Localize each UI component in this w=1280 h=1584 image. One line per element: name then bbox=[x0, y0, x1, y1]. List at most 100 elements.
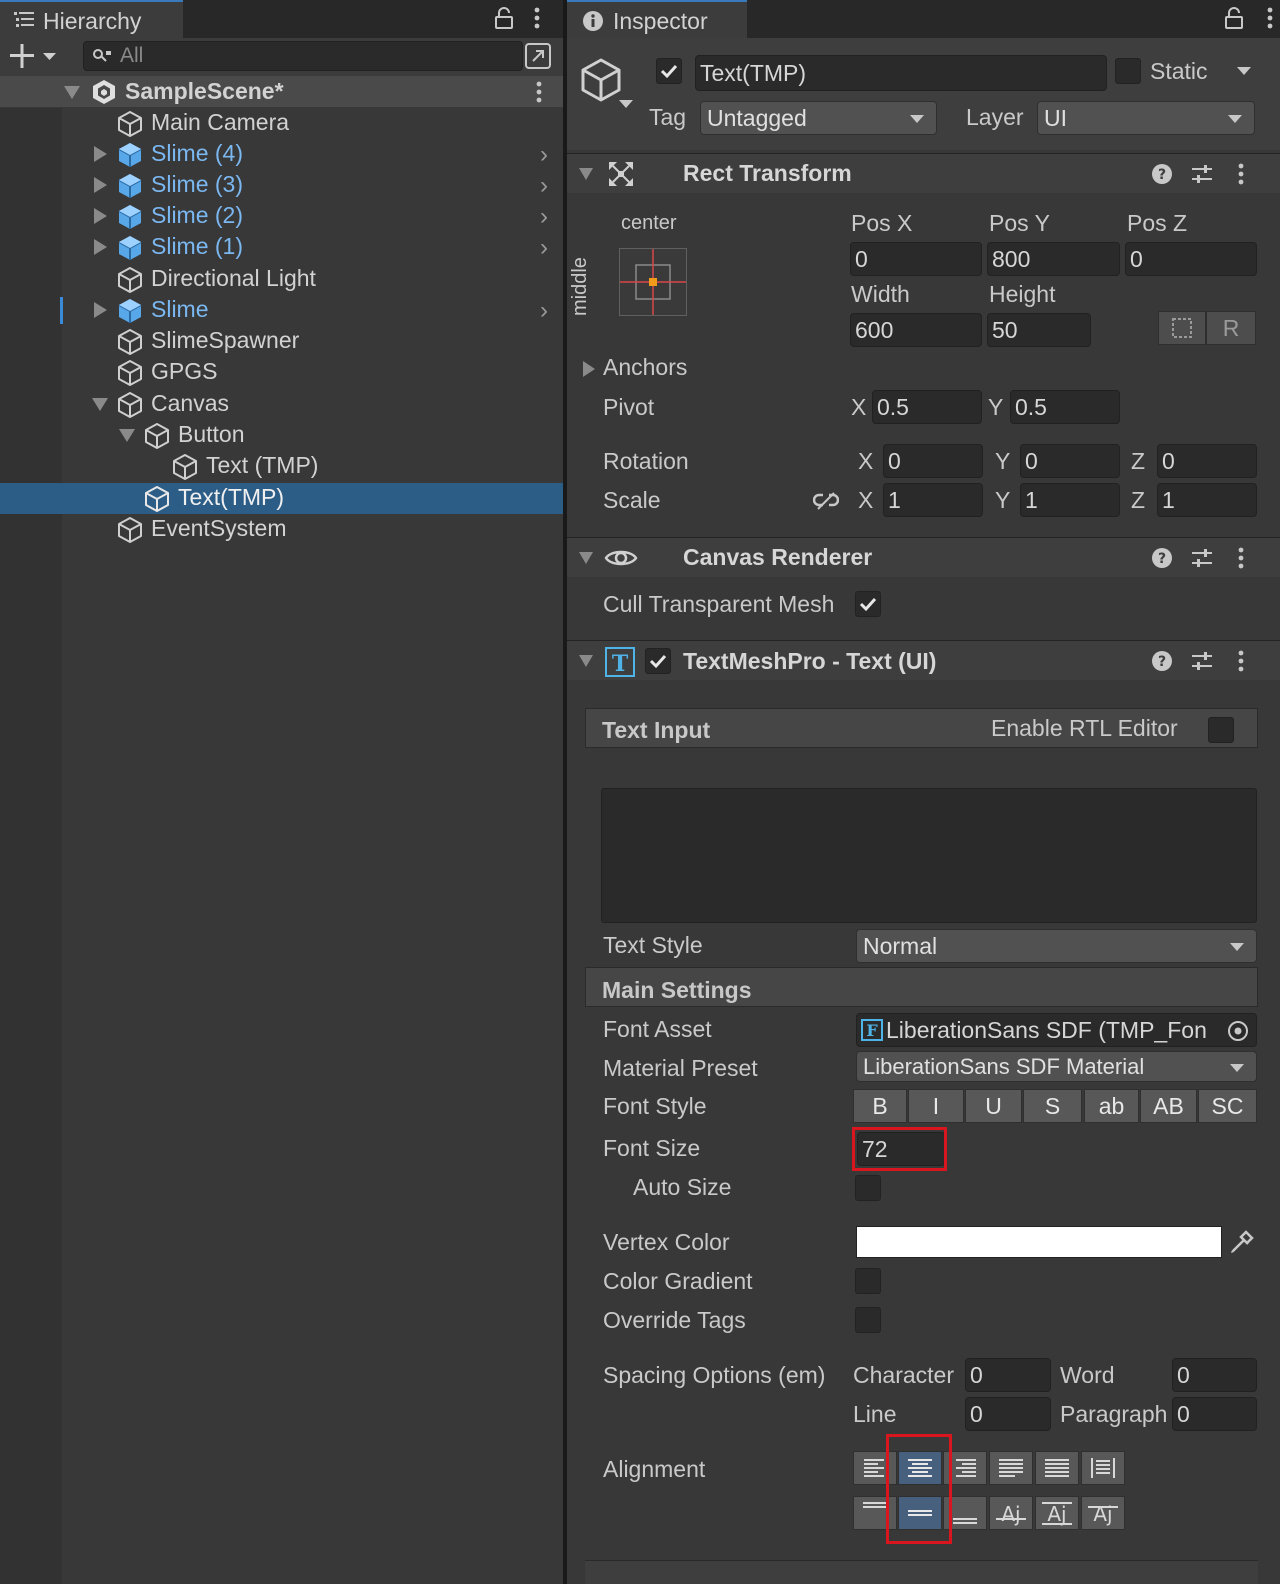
hierarchy-item-button-text[interactable]: Text (TMP) bbox=[0, 451, 563, 482]
align-capline-button[interactable]: Aj bbox=[1081, 1496, 1125, 1530]
text-input-area[interactable] bbox=[601, 788, 1257, 923]
hierarchy-item-directional-light[interactable]: Directional Light bbox=[0, 264, 563, 295]
static-dropdown-icon[interactable] bbox=[1236, 66, 1252, 76]
hierarchy-item-eventsystem[interactable]: EventSystem bbox=[0, 514, 563, 545]
component-menu-icon[interactable] bbox=[1237, 163, 1245, 185]
preset-sliders-icon[interactable] bbox=[1191, 650, 1213, 672]
font-style-bold-button[interactable]: B bbox=[853, 1089, 907, 1123]
height-field[interactable]: 50 bbox=[987, 313, 1091, 347]
gameobject-large-cube-icon[interactable] bbox=[579, 56, 633, 110]
hierarchy-item-slime-2[interactable]: Slime (2) › bbox=[0, 201, 563, 232]
pos-x-field[interactable]: 0 bbox=[850, 242, 982, 276]
scale-x-field[interactable]: 1 bbox=[883, 483, 983, 517]
auto-size-checkbox[interactable] bbox=[855, 1175, 881, 1201]
cull-transparent-mesh-checkbox[interactable] bbox=[855, 591, 881, 617]
font-style-strikethrough-button[interactable]: S bbox=[1023, 1089, 1082, 1123]
hierarchy-item-slime-1[interactable]: Slime (1) › bbox=[0, 232, 563, 263]
component-menu-icon[interactable] bbox=[1237, 650, 1245, 672]
fold-arrow-icon[interactable] bbox=[579, 655, 593, 667]
scale-z-field[interactable]: 1 bbox=[1157, 483, 1257, 517]
eyedropper-icon[interactable] bbox=[1228, 1228, 1256, 1256]
expand-arrow-icon[interactable] bbox=[94, 177, 107, 193]
scene-row[interactable]: SampleScene* bbox=[0, 76, 563, 107]
lock-icon[interactable] bbox=[1224, 7, 1244, 29]
word-spacing-field[interactable]: 0 bbox=[1172, 1358, 1257, 1392]
preset-sliders-icon[interactable] bbox=[1191, 547, 1213, 569]
vertex-color-swatch[interactable] bbox=[856, 1226, 1222, 1258]
hierarchy-item-slimespawner[interactable]: SlimeSpawner bbox=[0, 326, 563, 357]
kebab-menu-icon[interactable] bbox=[1266, 7, 1274, 29]
enable-rtl-checkbox[interactable] bbox=[1208, 717, 1234, 743]
object-picker-icon[interactable] bbox=[1227, 1020, 1249, 1042]
add-plus-icon[interactable] bbox=[10, 44, 58, 68]
align-baseline-button[interactable]: Aj bbox=[989, 1496, 1033, 1530]
rotation-x-field[interactable]: 0 bbox=[883, 444, 983, 478]
character-spacing-field[interactable]: 0 bbox=[965, 1358, 1051, 1392]
color-gradient-checkbox[interactable] bbox=[855, 1268, 881, 1294]
anchors-label[interactable]: Anchors bbox=[603, 354, 687, 381]
hierarchy-item-text-tmp-selected[interactable]: Text(TMP) bbox=[0, 483, 563, 514]
textmeshpro-header[interactable]: T TextMeshPro - Text (UI) ? bbox=[567, 640, 1280, 680]
hierarchy-item-canvas[interactable]: Canvas bbox=[0, 389, 563, 420]
help-icon[interactable]: ? bbox=[1151, 547, 1173, 569]
raw-edit-button[interactable]: R bbox=[1206, 311, 1256, 345]
hierarchy-item-slime[interactable]: Slime › bbox=[0, 295, 563, 326]
font-style-uppercase-button[interactable]: AB bbox=[1140, 1089, 1197, 1123]
maximize-icon[interactable] bbox=[524, 42, 552, 70]
line-spacing-field[interactable]: 0 bbox=[965, 1397, 1051, 1431]
pivot-y-field[interactable]: 0.5 bbox=[1010, 390, 1120, 424]
tmp-enabled-checkbox[interactable] bbox=[645, 648, 671, 674]
align-midline-button[interactable]: Aj bbox=[1035, 1496, 1079, 1530]
font-style-smallcaps-button[interactable]: SC bbox=[1198, 1089, 1257, 1123]
pos-z-field[interactable]: 0 bbox=[1125, 242, 1257, 276]
material-preset-dropdown[interactable]: LiberationSans SDF Material bbox=[856, 1051, 1257, 1082]
preset-sliders-icon[interactable] bbox=[1191, 163, 1213, 185]
expand-arrow-icon[interactable] bbox=[94, 146, 107, 162]
component-menu-icon[interactable] bbox=[1237, 547, 1245, 569]
font-asset-field[interactable]: F LiberationSans SDF (TMP_Fon bbox=[856, 1013, 1257, 1047]
anchors-fold-icon[interactable] bbox=[583, 361, 595, 377]
active-checkbox[interactable] bbox=[656, 58, 682, 84]
chevron-right-icon[interactable]: › bbox=[540, 172, 548, 200]
hierarchy-item-gpgs[interactable]: GPGS bbox=[0, 357, 563, 388]
static-checkbox[interactable] bbox=[1115, 58, 1141, 84]
blueprint-mode-button[interactable] bbox=[1158, 311, 1206, 345]
font-style-underline-button[interactable]: U bbox=[965, 1089, 1022, 1123]
hierarchy-item-slime-3[interactable]: Slime (3) › bbox=[0, 170, 563, 201]
inspector-tab[interactable]: Inspector bbox=[567, 0, 747, 38]
layer-dropdown[interactable]: UI bbox=[1037, 101, 1255, 135]
expand-arrow-icon[interactable] bbox=[94, 208, 107, 224]
help-icon[interactable]: ? bbox=[1151, 650, 1173, 672]
lock-icon[interactable] bbox=[494, 7, 514, 29]
scene-menu-icon[interactable] bbox=[535, 81, 543, 103]
canvas-renderer-header[interactable]: Canvas Renderer ? bbox=[567, 537, 1280, 577]
hierarchy-item-button[interactable]: Button bbox=[0, 420, 563, 451]
font-style-italic-button[interactable]: I bbox=[908, 1089, 964, 1123]
scale-y-field[interactable]: 1 bbox=[1020, 483, 1120, 517]
collapse-arrow-icon[interactable] bbox=[92, 398, 108, 411]
rotation-z-field[interactable]: 0 bbox=[1157, 444, 1257, 478]
collapse-arrow-icon[interactable] bbox=[119, 429, 135, 442]
chevron-right-icon[interactable]: › bbox=[540, 234, 548, 262]
pos-y-field[interactable]: 800 bbox=[987, 242, 1120, 276]
search-input[interactable]: All bbox=[83, 41, 523, 71]
align-geometry-center-button[interactable] bbox=[1081, 1451, 1125, 1485]
font-style-lowercase-button[interactable]: ab bbox=[1084, 1089, 1139, 1123]
object-name-field[interactable]: Text(TMP) bbox=[695, 55, 1107, 91]
chevron-right-icon[interactable]: › bbox=[540, 203, 548, 231]
hierarchy-tab[interactable]: Hierarchy bbox=[0, 0, 183, 38]
fold-arrow-icon[interactable] bbox=[579, 552, 593, 564]
fold-arrow-icon[interactable] bbox=[579, 168, 593, 180]
paragraph-spacing-field[interactable]: 0 bbox=[1172, 1397, 1257, 1431]
expand-arrow-icon[interactable] bbox=[94, 239, 107, 255]
align-flush-button[interactable] bbox=[1035, 1451, 1079, 1485]
hierarchy-item-main-camera[interactable]: Main Camera bbox=[0, 108, 563, 139]
collapse-arrow-icon[interactable] bbox=[64, 86, 80, 99]
unlinked-chain-icon[interactable] bbox=[813, 491, 839, 511]
anchor-preset-button[interactable] bbox=[619, 248, 687, 316]
chevron-right-icon[interactable]: › bbox=[540, 141, 548, 169]
text-style-dropdown[interactable]: Normal bbox=[856, 929, 1257, 963]
help-icon[interactable]: ? bbox=[1151, 163, 1173, 185]
chevron-right-icon[interactable]: › bbox=[540, 297, 548, 325]
pivot-x-field[interactable]: 0.5 bbox=[872, 390, 982, 424]
